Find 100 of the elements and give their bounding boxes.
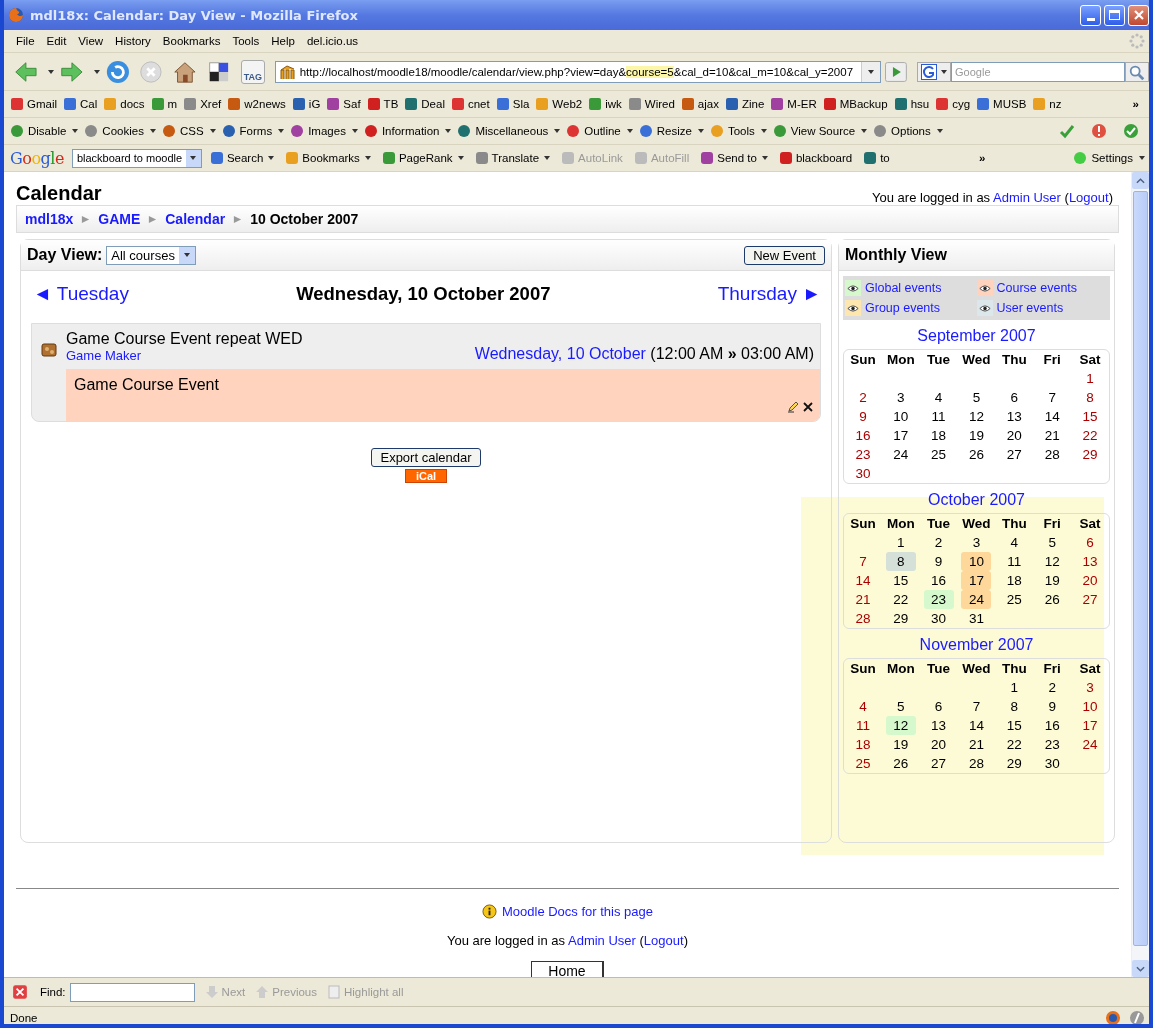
calendar-day[interactable]: 26 xyxy=(885,754,916,773)
bookmark-item[interactable]: Cal xyxy=(63,97,98,111)
calendar-day[interactable]: 21 xyxy=(1037,426,1068,445)
export-calendar-button[interactable]: Export calendar xyxy=(371,448,481,467)
caret-icon[interactable] xyxy=(761,156,768,160)
calendar-day[interactable]: 7 xyxy=(847,552,878,571)
caret-icon[interactable] xyxy=(936,129,943,133)
calendar-day[interactable]: 28 xyxy=(1037,445,1068,464)
site-icon[interactable] xyxy=(893,97,908,111)
docs-link[interactable]: Moodle Docs for this page xyxy=(502,904,653,919)
toolbar-menu[interactable]: CSS xyxy=(161,124,216,138)
caret-icon[interactable] xyxy=(47,69,54,74)
month-link[interactable]: November 2007 xyxy=(843,636,1110,654)
calendar-day[interactable]: 3 xyxy=(961,533,992,552)
calendar-day[interactable]: 29 xyxy=(1075,445,1106,464)
scrollbar[interactable] xyxy=(1131,172,1149,977)
calendar-day[interactable]: 29 xyxy=(999,754,1030,773)
search-field[interactable]: Google xyxy=(951,61,1126,82)
find-field[interactable] xyxy=(69,982,195,1002)
history-dropdown-button[interactable] xyxy=(861,61,881,82)
calendar-day[interactable]: 20 xyxy=(999,426,1030,445)
menu-item[interactable]: Help xyxy=(265,35,301,47)
tool-icon[interactable] xyxy=(566,124,581,138)
toolbar-button[interactable]: blackboard xyxy=(778,151,853,165)
tool-icon[interactable] xyxy=(778,151,793,165)
calendar-day[interactable]: 12 xyxy=(885,716,916,735)
calendar-day[interactable]: 11 xyxy=(847,716,878,735)
site-icon[interactable] xyxy=(450,97,465,111)
calendar-day[interactable]: 30 xyxy=(1037,754,1068,773)
tool-icon[interactable] xyxy=(221,124,236,138)
calendar-day[interactable]: 10 xyxy=(1075,697,1106,716)
calendar-day[interactable]: 29 xyxy=(885,609,916,628)
calendar-day[interactable]: 6 xyxy=(923,697,954,716)
search-icon[interactable] xyxy=(1125,61,1149,82)
toolbar-menu[interactable]: Outline xyxy=(566,124,633,138)
edit-icon[interactable] xyxy=(787,401,799,413)
breadcrumb-link[interactable]: Calendar xyxy=(165,211,226,227)
tool-icon[interactable] xyxy=(381,151,396,165)
toolbar-button[interactable]: Search xyxy=(209,151,275,165)
minimize-button[interactable] xyxy=(1080,4,1101,26)
calendar-day[interactable]: 2 xyxy=(923,533,954,552)
bookmark-item[interactable]: docs xyxy=(103,97,145,111)
toolbar-menu[interactable]: Options xyxy=(873,124,943,138)
more-bookmarks-button[interactable]: » xyxy=(1132,98,1139,110)
calendar-day[interactable]: 24 xyxy=(961,590,992,609)
calendar-day[interactable]: 20 xyxy=(1075,571,1106,590)
toolbar-search-field[interactable]: blackboard to moodle xyxy=(71,148,202,168)
calendar-day[interactable]: 16 xyxy=(1037,716,1068,735)
calendar-day[interactable]: 20 xyxy=(923,735,954,754)
calendar-day[interactable]: 5 xyxy=(961,388,992,407)
caret-icon[interactable] xyxy=(93,69,100,74)
calendar-day[interactable]: 2 xyxy=(1037,678,1068,697)
calendar-day[interactable]: 23 xyxy=(1037,735,1068,754)
bookmark-item[interactable]: Sla xyxy=(495,97,530,111)
calendar-day[interactable]: 6 xyxy=(999,388,1030,407)
calendar-day[interactable]: 4 xyxy=(923,388,954,407)
caret-icon[interactable] xyxy=(697,129,704,133)
toolbar-menu[interactable]: Images xyxy=(290,124,358,138)
bookmark-item[interactable]: nz xyxy=(1032,97,1062,111)
site-icon[interactable] xyxy=(63,97,78,111)
bookmark-item[interactable]: Xref xyxy=(183,97,222,111)
calendar-day[interactable]: 1 xyxy=(999,678,1030,697)
scroll-down-icon[interactable] xyxy=(1136,965,1145,972)
tool-icon[interactable] xyxy=(457,124,472,138)
toolbar-button[interactable]: Translate xyxy=(474,151,551,165)
calendar-day[interactable]: 2 xyxy=(847,388,878,407)
legend-link[interactable]: Course events xyxy=(996,281,1078,295)
calendar-day[interactable]: 18 xyxy=(999,571,1030,590)
eye-icon[interactable] xyxy=(976,300,993,316)
bookmark-item[interactable]: cyg xyxy=(935,97,971,111)
caret-icon[interactable] xyxy=(760,129,767,133)
tool-icon[interactable] xyxy=(209,151,224,165)
calendar-day[interactable]: 4 xyxy=(999,533,1030,552)
bookmark-item[interactable]: TB xyxy=(366,97,399,111)
legend-link[interactable]: User events xyxy=(996,301,1064,315)
calendar-day[interactable]: 3 xyxy=(885,388,916,407)
toolbar-button[interactable]: to xyxy=(863,151,890,165)
toolbar-menu[interactable]: Tools xyxy=(709,124,767,138)
menu-item[interactable]: Tools xyxy=(226,35,266,47)
calendar-day[interactable]: 13 xyxy=(999,407,1030,426)
caret-icon[interactable] xyxy=(554,129,561,133)
eye-icon[interactable] xyxy=(845,280,861,296)
tool-icon[interactable] xyxy=(363,124,378,138)
go-button[interactable] xyxy=(885,61,908,82)
month-link[interactable]: September 2007 xyxy=(843,327,1110,345)
toolbar-menu[interactable]: View Source xyxy=(772,124,868,138)
calendar-day[interactable]: 21 xyxy=(961,735,992,754)
calendar-day[interactable]: 17 xyxy=(961,571,992,590)
calendar-day[interactable]: 7 xyxy=(1037,388,1068,407)
previous-day-link[interactable]: ◄ Tuesday xyxy=(33,283,129,305)
calendar-day[interactable]: 14 xyxy=(1037,407,1068,426)
calendar-day[interactable]: 15 xyxy=(1075,407,1106,426)
calendar-day[interactable]: 16 xyxy=(847,426,878,445)
tool-icon[interactable] xyxy=(638,124,653,138)
calendar-day[interactable]: 4 xyxy=(847,697,878,716)
close-find-button[interactable] xyxy=(12,984,28,1000)
calendar-day[interactable]: 30 xyxy=(847,464,878,483)
toolbar-menu[interactable]: Forms xyxy=(221,124,285,138)
tag-button[interactable]: TAG xyxy=(240,59,265,84)
site-icon[interactable] xyxy=(770,97,785,111)
